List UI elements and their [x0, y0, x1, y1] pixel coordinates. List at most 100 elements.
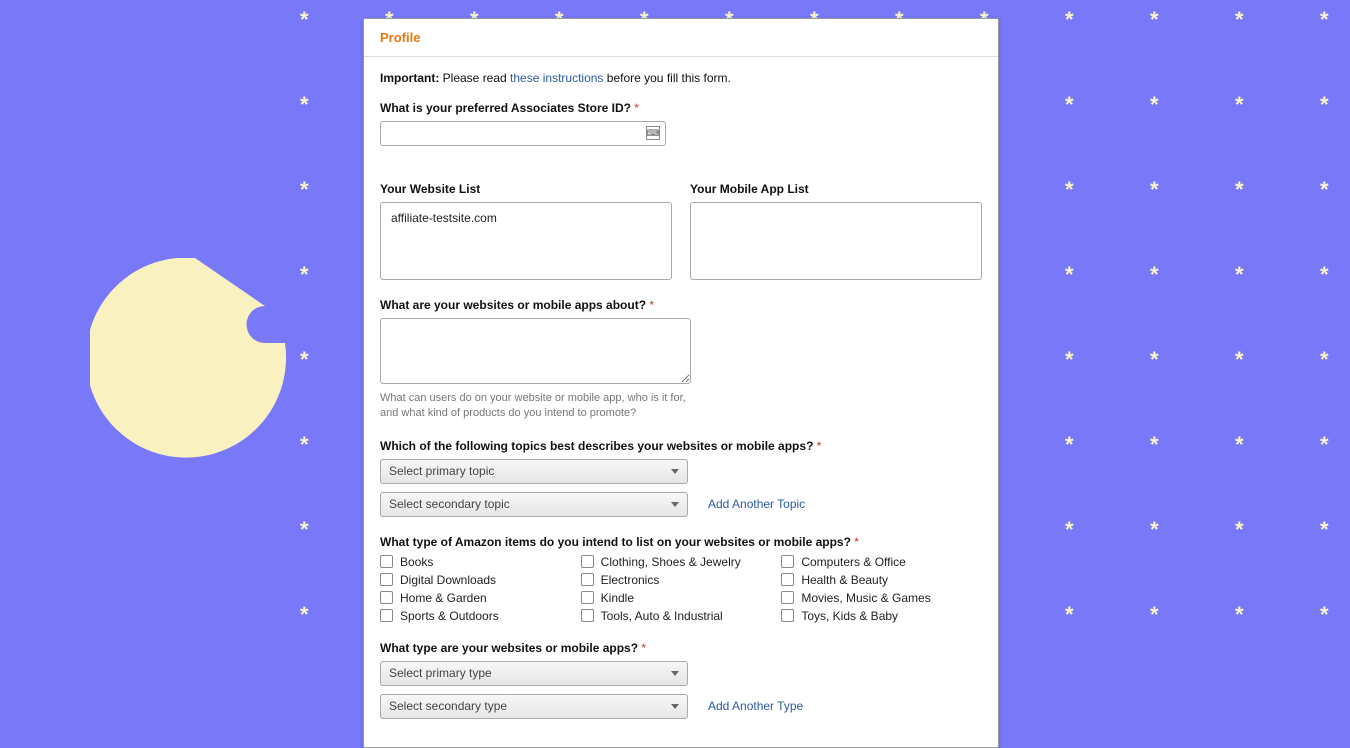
item-type-label: Electronics: [601, 573, 660, 587]
item-type-option: Digital Downloads: [380, 573, 581, 587]
item-type-option: Toys, Kids & Baby: [781, 609, 982, 623]
add-topic-link[interactable]: Add Another Topic: [708, 497, 805, 511]
item-types-label-text: What type of Amazon items do you intend …: [380, 535, 854, 549]
mobile-app-list-col: Your Mobile App List: [690, 182, 982, 280]
store-id-label: What is your preferred Associates Store …: [380, 101, 982, 115]
site-types-label: What type are your websites or mobile ap…: [380, 641, 982, 655]
about-section: What are your websites or mobile apps ab…: [380, 298, 982, 421]
item-types-grid: BooksClothing, Shoes & JewelryComputers …: [380, 555, 982, 623]
store-id-section: What is your preferred Associates Store …: [380, 101, 982, 164]
store-id-input-wrap: ⌨: [380, 121, 666, 146]
topics-label-text: Which of the following topics best descr…: [380, 439, 817, 453]
item-type-option: Electronics: [581, 573, 782, 587]
decorative-asterisk: *: [1235, 347, 1244, 373]
required-marker: *: [854, 535, 859, 549]
item-type-option: Sports & Outdoors: [380, 609, 581, 623]
primary-type-row: Select primary type: [380, 661, 982, 686]
checkbox[interactable]: [380, 555, 393, 568]
decorative-asterisk: *: [1065, 177, 1074, 203]
website-list-box[interactable]: affiliate-testsite.com: [380, 202, 672, 280]
item-type-option: Health & Beauty: [781, 573, 982, 587]
decorative-asterisk: *: [1320, 517, 1329, 543]
secondary-type-value: Select secondary type: [389, 699, 507, 713]
decorative-asterisk: *: [1235, 262, 1244, 288]
secondary-topic-row: Select secondary topic Add Another Topic: [380, 492, 982, 517]
important-text-after: before you fill this form.: [603, 71, 730, 85]
topics-section: Which of the following topics best descr…: [380, 439, 982, 517]
decorative-asterisk: *: [300, 432, 309, 458]
checkbox[interactable]: [781, 573, 794, 586]
primary-topic-select[interactable]: Select primary topic: [380, 459, 688, 484]
important-label: Important:: [380, 71, 439, 85]
decorative-asterisk: *: [1320, 262, 1329, 288]
decorative-asterisk: *: [1150, 262, 1159, 288]
item-type-label: Tools, Auto & Industrial: [601, 609, 723, 623]
item-type-label: Movies, Music & Games: [801, 591, 930, 605]
item-type-label: Books: [400, 555, 433, 569]
decorative-asterisk: *: [300, 602, 309, 628]
decorative-asterisk: *: [1065, 7, 1074, 33]
item-type-label: Home & Garden: [400, 591, 487, 605]
mobile-app-list-box[interactable]: [690, 202, 982, 280]
checkbox[interactable]: [781, 609, 794, 622]
decorative-asterisk: *: [1150, 517, 1159, 543]
chevron-down-icon: [671, 469, 679, 474]
decorative-asterisk: *: [1150, 92, 1159, 118]
decorative-asterisk: *: [1065, 432, 1074, 458]
decorative-asterisk: *: [1150, 602, 1159, 628]
panel-title: Profile: [364, 19, 998, 57]
store-id-input[interactable]: [380, 121, 666, 146]
decorative-asterisk: *: [1150, 177, 1159, 203]
website-list-label: Your Website List: [380, 182, 672, 196]
required-marker: *: [641, 641, 646, 655]
decorative-asterisk: *: [1150, 7, 1159, 33]
decorative-asterisk: *: [1150, 347, 1159, 373]
secondary-topic-select[interactable]: Select secondary topic: [380, 492, 688, 517]
primary-type-value: Select primary type: [389, 666, 492, 680]
item-type-option: Home & Garden: [380, 591, 581, 605]
decorative-asterisk: *: [1065, 347, 1074, 373]
about-label-text: What are your websites or mobile apps ab…: [380, 298, 649, 312]
decorative-asterisk: *: [300, 92, 309, 118]
add-type-link[interactable]: Add Another Type: [708, 699, 803, 713]
secondary-type-row: Select secondary type Add Another Type: [380, 694, 982, 719]
item-type-label: Digital Downloads: [400, 573, 496, 587]
decorative-asterisk: *: [300, 7, 309, 33]
topics-label: Which of the following topics best descr…: [380, 439, 982, 453]
decorative-asterisk: *: [300, 262, 309, 288]
checkbox[interactable]: [581, 609, 594, 622]
decorative-asterisk: *: [1320, 347, 1329, 373]
decorative-shell-shape: [90, 258, 300, 453]
item-type-label: Health & Beauty: [801, 573, 888, 587]
item-type-option: Clothing, Shoes & Jewelry: [581, 555, 782, 569]
item-type-label: Clothing, Shoes & Jewelry: [601, 555, 741, 569]
primary-topic-row: Select primary topic: [380, 459, 982, 484]
checkbox[interactable]: [581, 555, 594, 568]
decorative-asterisk: *: [300, 347, 309, 373]
checkbox[interactable]: [581, 573, 594, 586]
website-list-col: Your Website List affiliate-testsite.com: [380, 182, 672, 280]
decorative-asterisk: *: [1235, 432, 1244, 458]
about-hint: What can users do on your website or mob…: [380, 391, 700, 421]
checkbox[interactable]: [581, 591, 594, 604]
checkbox[interactable]: [380, 591, 393, 604]
checkbox[interactable]: [380, 609, 393, 622]
decorative-asterisk: *: [1065, 262, 1074, 288]
decorative-asterisk: *: [1235, 517, 1244, 543]
panel-body: Important: Please read these instruction…: [364, 57, 998, 747]
required-marker: *: [634, 101, 639, 115]
checkbox[interactable]: [380, 573, 393, 586]
instructions-link[interactable]: these instructions: [510, 71, 603, 85]
decorative-asterisk: *: [1320, 602, 1329, 628]
decorative-asterisk: *: [1235, 602, 1244, 628]
decorative-asterisk: *: [300, 177, 309, 203]
primary-type-select[interactable]: Select primary type: [380, 661, 688, 686]
checkbox[interactable]: [781, 555, 794, 568]
item-type-label: Toys, Kids & Baby: [801, 609, 898, 623]
checkbox[interactable]: [781, 591, 794, 604]
item-types-label: What type of Amazon items do you intend …: [380, 535, 982, 549]
decorative-asterisk: *: [1235, 177, 1244, 203]
about-textarea[interactable]: [380, 318, 691, 384]
secondary-type-select[interactable]: Select secondary type: [380, 694, 688, 719]
mobile-app-list-label: Your Mobile App List: [690, 182, 982, 196]
